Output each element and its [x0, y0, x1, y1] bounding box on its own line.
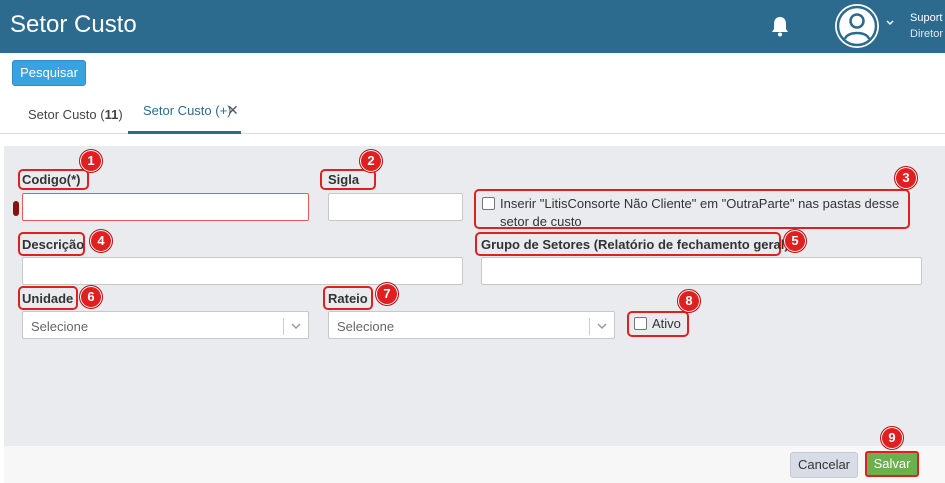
codigo-input[interactable]: [22, 193, 309, 221]
bell-icon[interactable]: [770, 15, 790, 37]
unidade-selected-value: Selecione: [31, 319, 89, 334]
annotation-badge: 1: [79, 149, 103, 173]
save-button[interactable]: Salvar: [865, 451, 919, 477]
tab-setor-custo-new[interactable]: Setor Custo (+): [143, 103, 232, 118]
litis-checkbox[interactable]: [482, 197, 495, 210]
close-tab-icon[interactable]: ✕: [227, 102, 239, 119]
rateio-select[interactable]: Selecione: [328, 311, 615, 339]
top-header: Setor Custo Suport Diretor: [0, 0, 945, 53]
unidade-label: Unidade: [22, 291, 74, 306]
annotation-badge: 2: [359, 149, 383, 173]
annotation-badge: 3: [894, 166, 918, 190]
litis-checkbox-label: Inserir "LitisConsorte Não Cliente" em "…: [500, 196, 900, 229]
chevron-down-icon: [597, 323, 607, 330]
annotation-badge: 9: [880, 426, 904, 450]
rateio-label: Rateio: [328, 291, 368, 306]
annotation-badge: 6: [79, 285, 103, 309]
sigla-label: Sigla: [328, 172, 360, 187]
chevron-down-icon[interactable]: [884, 17, 896, 29]
chevron-down-icon: [291, 323, 301, 330]
descricao-label: Descrição: [22, 237, 85, 252]
ativo-label: Ativo: [652, 316, 681, 331]
grupo-setores-input[interactable]: [481, 257, 922, 285]
annotation-badge: 7: [375, 282, 399, 306]
annotation-badge: 8: [677, 289, 701, 313]
ativo-checkbox[interactable]: [634, 317, 647, 330]
active-tab-indicator: [128, 131, 241, 134]
user-role: Diretor: [910, 28, 944, 40]
tab-count: 11: [104, 107, 119, 122]
grupo-setores-label: Grupo de Setores (Relatório de fechament…: [481, 237, 789, 252]
user-avatar-icon[interactable]: [835, 4, 879, 48]
required-indicator: [13, 201, 19, 216]
unidade-select[interactable]: Selecione: [22, 311, 309, 339]
search-button[interactable]: Pesquisar: [12, 60, 86, 86]
tab-bar: Setor Custo (11) Setor Custo (+) ✕: [0, 96, 945, 134]
descricao-input[interactable]: [22, 257, 463, 285]
rateio-selected-value: Selecione: [337, 319, 395, 334]
select-separator: [589, 318, 590, 335]
sigla-input[interactable]: [328, 193, 463, 221]
codigo-label: Codigo(*): [22, 172, 81, 187]
tab-label: Setor Custo (: [28, 107, 105, 122]
cancel-button[interactable]: Cancelar: [790, 452, 858, 478]
tab-setor-custo-list[interactable]: Setor Custo (11): [28, 107, 123, 122]
tab-label-suffix: ): [118, 107, 123, 122]
annotation-badge: 4: [89, 229, 113, 253]
app-title: Setor Custo: [10, 11, 137, 38]
select-separator: [283, 318, 284, 335]
annotation-badge: 5: [783, 229, 807, 253]
user-name: Suport: [910, 12, 943, 24]
